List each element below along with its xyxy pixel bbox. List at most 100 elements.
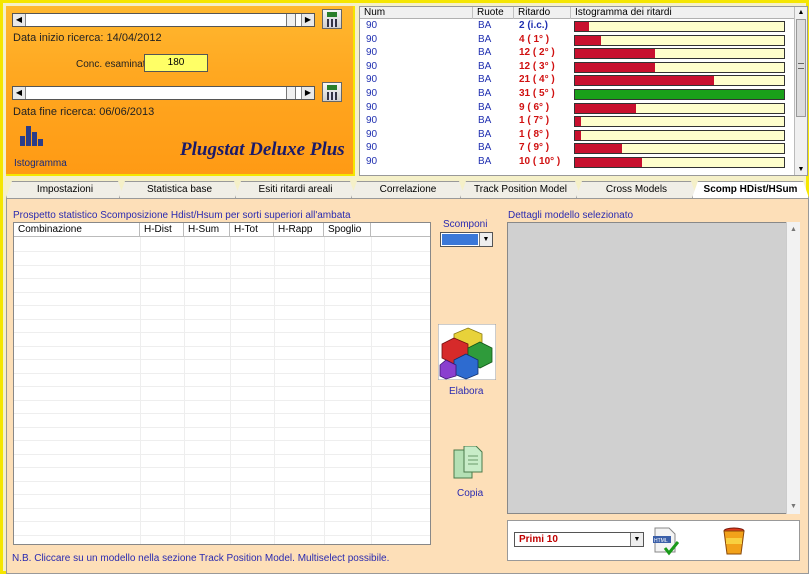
table-col-divider: [324, 237, 325, 544]
table-row[interactable]: [14, 359, 430, 360]
table-row[interactable]: [14, 507, 430, 509]
table-row[interactable]: [14, 386, 430, 387]
arrow-down-icon[interactable]: ▼: [790, 503, 797, 510]
arrow-up-icon[interactable]: ▲: [795, 7, 807, 18]
cubes-icon[interactable]: [438, 324, 496, 380]
slider-thumb[interactable]: [286, 14, 296, 26]
tab-cross-models[interactable]: Cross Models: [576, 181, 697, 198]
trash-icon[interactable]: [722, 526, 746, 556]
table-row[interactable]: [14, 291, 430, 293]
arrow-left-icon[interactable]: ◀: [13, 14, 26, 26]
detail-textbox[interactable]: [507, 222, 800, 514]
header-istogramma[interactable]: Istogramma dei ritardi: [571, 7, 796, 19]
tab-scomp-hdist-hsum[interactable]: Scomp HDist/HSum: [692, 181, 809, 198]
cell-ruote: BA: [478, 88, 492, 99]
grid-row[interactable]: 90 BA 31 ( 5° ): [360, 88, 796, 102]
table-row[interactable]: [14, 399, 430, 401]
tab-impostazioni[interactable]: Impostazioni: [6, 181, 124, 198]
grid-row[interactable]: 90 BA 1 ( 8° ): [360, 129, 796, 143]
header-ritardo[interactable]: Ritardo: [514, 7, 571, 19]
table-row[interactable]: [14, 278, 430, 279]
istogramma-button[interactable]: Istogramma: [14, 124, 74, 172]
col-combinazione[interactable]: Combinazione: [14, 223, 140, 237]
tab-esiti-ritardi-areali[interactable]: Esiti ritardi areali: [235, 181, 356, 198]
start-date-slider[interactable]: ◀ ▶: [12, 13, 315, 27]
table-row[interactable]: [14, 467, 430, 468]
copia-label[interactable]: Copia: [457, 488, 483, 499]
cell-num: 90: [366, 33, 378, 45]
table-row[interactable]: [14, 264, 430, 266]
table-row[interactable]: [14, 534, 430, 536]
chevron-down-icon[interactable]: ▼: [630, 533, 643, 546]
tab-track-position-model[interactable]: Track Position Model: [460, 181, 581, 198]
table-row[interactable]: [14, 426, 430, 428]
cell-num: 90: [366, 142, 378, 154]
tab-correlazione[interactable]: Correlazione: [351, 181, 465, 198]
slider-thumb[interactable]: [286, 87, 296, 99]
col-h-tot[interactable]: H-Tot: [230, 223, 274, 237]
grid-scrollbar[interactable]: ▲ ▼: [794, 7, 807, 175]
top-n-value: Primi 10: [519, 534, 558, 545]
ritardo-bar: [574, 61, 785, 73]
table-row[interactable]: [14, 440, 430, 441]
grid-row[interactable]: 90 BA 4 ( 1° ): [360, 34, 796, 48]
table-row[interactable]: [14, 251, 430, 252]
cell-ruote: BA: [478, 74, 492, 86]
table-row[interactable]: [14, 345, 430, 347]
calculator-icon[interactable]: [322, 82, 342, 102]
grid-row[interactable]: 90 BA 12 ( 2° ): [360, 47, 796, 61]
arrow-down-icon[interactable]: ▼: [795, 164, 807, 175]
table-row[interactable]: [14, 453, 430, 455]
ritardo-bar: [574, 34, 785, 46]
table-row[interactable]: [14, 413, 430, 414]
grid-row[interactable]: 90 BA 1 ( 7° ): [360, 115, 796, 129]
cell-num: 90: [366, 101, 378, 113]
detail-scrollbar[interactable]: ▲ ▼: [786, 222, 800, 514]
table-row[interactable]: [14, 305, 430, 306]
conc-input[interactable]: 180: [144, 54, 208, 72]
table-row[interactable]: [14, 521, 430, 522]
table-row[interactable]: [14, 332, 430, 333]
cell-num: 90: [366, 88, 378, 99]
scomponi-select[interactable]: ▼: [440, 232, 493, 247]
export-box: Primi 10 ▼ HTML: [507, 520, 800, 561]
col-h-sum[interactable]: H-Sum: [184, 223, 230, 237]
grid-row[interactable]: 90 BA 10 ( 10° ): [360, 156, 796, 170]
header-num[interactable]: Num: [360, 7, 473, 19]
col-h-rapp[interactable]: H-Rapp: [274, 223, 324, 237]
chevron-down-icon[interactable]: ▼: [479, 233, 492, 246]
arrow-right-icon[interactable]: ▶: [301, 14, 314, 26]
header-ruote[interactable]: Ruote: [473, 7, 514, 19]
table-row[interactable]: [14, 318, 430, 320]
table-col-divider: [230, 237, 231, 544]
ritardo-bar: [574, 129, 785, 141]
grid-row[interactable]: 90 BA 2 (i.c.): [360, 20, 796, 34]
results-table[interactable]: Combinazione H-Dist H-Sum H-Tot H-Rapp S…: [13, 222, 431, 545]
arrow-up-icon[interactable]: ▲: [790, 226, 797, 233]
grid-row[interactable]: 90 BA 12 ( 3° ): [360, 61, 796, 75]
scomponi-label: Scomponi: [443, 219, 488, 230]
top-n-select[interactable]: Primi 10 ▼: [514, 532, 644, 547]
elabora-label[interactable]: Elabora: [449, 386, 483, 397]
cell-ruote: BA: [478, 101, 492, 113]
cell-ritardo: 12 ( 2° ): [519, 47, 555, 59]
table-row[interactable]: [14, 372, 430, 374]
cell-ritardo: 21 ( 4° ): [519, 74, 555, 86]
calculator-icon[interactable]: [322, 9, 342, 29]
copy-icon[interactable]: [452, 446, 484, 482]
grid-row[interactable]: 90 BA 7 ( 9° ): [360, 142, 796, 156]
table-row[interactable]: [14, 480, 430, 482]
grid-row[interactable]: 90 BA 21 ( 4° ): [360, 74, 796, 88]
table-row[interactable]: [14, 494, 430, 495]
arrow-right-icon[interactable]: ▶: [301, 87, 314, 99]
col-spoglio[interactable]: Spoglio: [324, 223, 371, 237]
ritardi-grid[interactable]: Num Ruote Ritardo Istogramma dei ritardi…: [359, 6, 808, 176]
col-h-dist[interactable]: H-Dist: [140, 223, 184, 237]
cell-ruote: BA: [478, 47, 492, 59]
arrow-left-icon[interactable]: ◀: [13, 87, 26, 99]
table-col-divider: [274, 237, 275, 544]
tab-statistica-base[interactable]: Statistica base: [119, 181, 240, 198]
end-date-slider[interactable]: ◀ ▶: [12, 86, 315, 100]
html-export-icon[interactable]: HTML: [653, 526, 679, 556]
grid-row[interactable]: 90 BA 9 ( 6° ): [360, 102, 796, 116]
